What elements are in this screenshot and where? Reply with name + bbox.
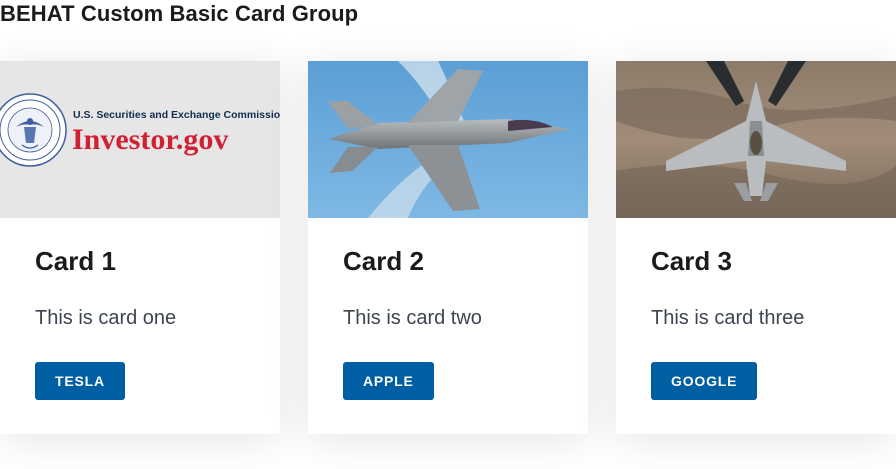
card-image-jet-desert bbox=[616, 61, 896, 218]
apple-button[interactable]: APPLE bbox=[343, 362, 434, 400]
card-text: This is card one bbox=[35, 307, 177, 329]
jet-photo-image bbox=[308, 61, 588, 218]
sec-seal-icon bbox=[0, 93, 67, 167]
jet-desert-photo-image bbox=[616, 61, 896, 218]
card: Card 3 This is card three GOOGLE bbox=[616, 61, 896, 434]
card-heading: Card 1 bbox=[35, 246, 116, 276]
card-group-page: BEHAT Custom Basic Card Group U.S. Secur… bbox=[0, 0, 896, 469]
card-heading: Card 3 bbox=[651, 246, 732, 276]
group-title: BEHAT Custom Basic Card Group bbox=[0, 1, 359, 26]
investor-gov-logo-image: U.S. Securities and Exchange Commission … bbox=[0, 61, 280, 218]
svg-text:U.S. Securities and Exchange C: U.S. Securities and Exchange Commission bbox=[73, 109, 280, 121]
svg-text:Investor.gov: Investor.gov bbox=[72, 123, 228, 156]
card-text: This is card two bbox=[343, 307, 482, 329]
card: U.S. Securities and Exchange Commission … bbox=[0, 61, 280, 434]
tesla-button[interactable]: TESLA bbox=[35, 362, 125, 400]
card-image-investor-gov: U.S. Securities and Exchange Commission … bbox=[0, 61, 280, 218]
card: Card 2 This is card two APPLE bbox=[308, 61, 588, 434]
google-button[interactable]: GOOGLE bbox=[651, 362, 758, 400]
card-text: This is card three bbox=[651, 307, 805, 329]
card-heading: Card 2 bbox=[343, 246, 424, 276]
card-image-jet-sky bbox=[308, 61, 588, 218]
